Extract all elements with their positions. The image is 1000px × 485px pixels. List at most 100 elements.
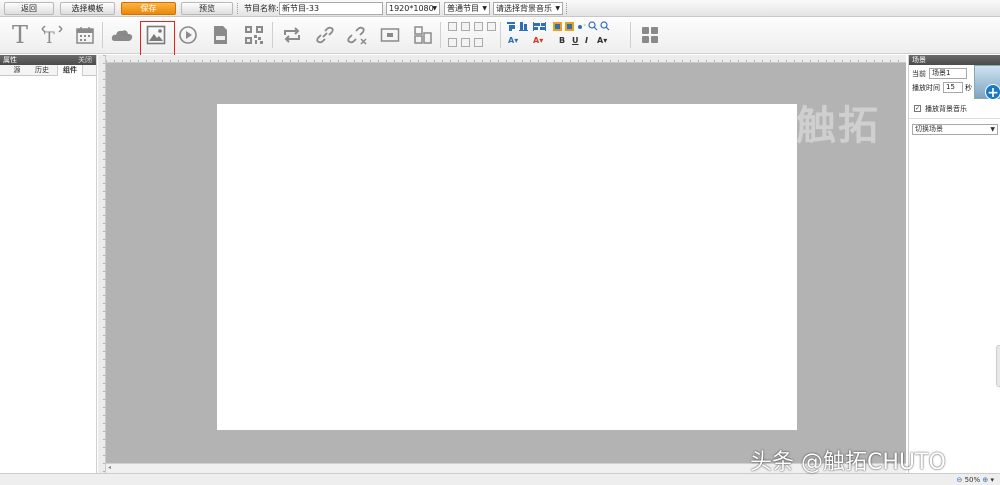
scene-thumbnail[interactable]: + — [974, 65, 1000, 101]
side-collapse-handle[interactable] — [996, 345, 1000, 387]
separator — [440, 22, 441, 48]
chevron-down-icon: ▼ — [482, 5, 487, 12]
program-type-value: 普通节目 — [447, 4, 479, 13]
align-top-button[interactable] — [448, 38, 457, 47]
align-center-button[interactable] — [461, 22, 470, 31]
qrcode-icon — [245, 26, 263, 44]
chevron-down-icon[interactable]: ▾ — [990, 476, 994, 484]
choose-template-button[interactable]: 选择模板 — [60, 2, 115, 15]
save-button[interactable]: 保存 — [121, 2, 176, 15]
zoom-level: 50% — [964, 476, 981, 484]
calendar-tool[interactable] — [73, 22, 97, 48]
duration-input[interactable]: 15 — [943, 82, 963, 93]
frame-icon — [380, 28, 400, 42]
tab-source[interactable]: 源 — [8, 65, 26, 76]
duration-label: 播放时间 — [912, 84, 940, 92]
frame-tool[interactable] — [378, 22, 402, 48]
play-bg-music-label: 播放背景音乐 — [925, 105, 967, 113]
underline-button[interactable]: U — [572, 36, 579, 46]
play-circle-icon — [179, 26, 197, 44]
italic-button[interactable]: I — [585, 36, 588, 46]
document-tool[interactable] — [208, 22, 232, 48]
qrcode-tool[interactable] — [242, 22, 266, 48]
properties-header: 属性 关闭 — [0, 55, 96, 65]
separator — [102, 22, 103, 48]
repeat-icon — [284, 27, 300, 43]
chevron-down-icon: ▼ — [432, 5, 437, 12]
scene-name-input[interactable]: 场景1 — [929, 68, 967, 79]
layout-icon — [414, 26, 432, 44]
zoom-out-icon[interactable]: ⊖ — [956, 476, 962, 484]
video-tool[interactable] — [176, 22, 200, 48]
svg-text:T: T — [44, 28, 55, 47]
scene-header: 场景 — [909, 55, 1000, 65]
canvas-workspace[interactable]: 触拓 ◂ — [98, 55, 906, 473]
chevron-down-icon: ▼ — [555, 5, 560, 12]
play-bg-music-checkbox[interactable]: ✓ — [914, 105, 921, 112]
scroll-left-icon[interactable]: ◂ — [108, 464, 111, 471]
separator — [630, 22, 631, 48]
program-name-label: 节目名称: — [244, 4, 279, 13]
weather-tool[interactable] — [110, 22, 134, 48]
link-icon — [316, 26, 334, 44]
vertical-ruler — [98, 55, 106, 473]
text-tool[interactable]: T — [8, 21, 32, 49]
duration-unit: 秒 — [965, 84, 972, 92]
chevron-down-icon: ▼ — [990, 126, 995, 133]
align-middle-button[interactable] — [461, 38, 470, 47]
separator — [237, 3, 238, 14]
weather-icon — [111, 30, 133, 41]
bg-music-select[interactable]: 请选择背景音乐 ▼ — [493, 2, 563, 15]
tab-history[interactable]: 历史 — [30, 65, 54, 76]
calendar-icon — [76, 27, 94, 44]
more-tools-button[interactable] — [638, 22, 662, 48]
zoom-control[interactable]: ⊖ 50% ⊕ ▾ — [956, 475, 994, 485]
arrange-icons[interactable]: ◦ — [507, 20, 627, 32]
scroll-text-icon: T — [41, 25, 63, 47]
align-right-button[interactable] — [474, 22, 483, 31]
preview-button[interactable]: 预览 — [181, 2, 233, 15]
program-stage[interactable] — [217, 104, 797, 430]
back-button[interactable]: 返回 — [4, 2, 54, 15]
bg-music-value: 请选择背景音乐 — [496, 4, 552, 13]
align-bottom-button[interactable] — [474, 38, 483, 47]
program-type-select[interactable]: 普通节目 ▼ — [444, 2, 490, 15]
bg-color-button[interactable]: A▾ — [533, 36, 543, 46]
separator — [500, 22, 501, 48]
scene-panel: 场景 当前 场景1 播放时间 15 秒 + ✓ 播放背景音乐 切换场景 ▼ — [908, 55, 1000, 475]
close-panel-button[interactable]: 关闭 — [78, 55, 92, 65]
font-size-button[interactable]: A▾ — [597, 36, 607, 46]
unlink-tool[interactable] — [345, 22, 369, 48]
link-tool[interactable] — [313, 22, 337, 48]
top-bar: 返回 选择模板 保存 预览 节目名称: 新节目-33 1920*1080 ▼ 普… — [0, 0, 1000, 17]
align-left-button[interactable] — [448, 22, 457, 31]
align-justify-button[interactable] — [487, 22, 496, 31]
divider — [909, 118, 1000, 119]
horizontal-ruler — [106, 55, 906, 63]
current-label: 当前 — [912, 70, 926, 78]
unlink-icon — [347, 26, 367, 45]
panel-tabs: 源 历史 组件 — [0, 65, 96, 76]
document-icon — [214, 26, 227, 44]
scroll-text-tool[interactable]: T — [40, 22, 64, 48]
separator — [272, 22, 273, 48]
bold-button[interactable]: B — [559, 36, 565, 46]
tab-components[interactable]: 组件 — [57, 65, 83, 76]
font-color-button[interactable]: A▾ — [508, 36, 518, 46]
resolution-value: 1920*1080 — [389, 4, 434, 13]
grid-icon — [642, 27, 658, 43]
loop-tool[interactable] — [280, 22, 304, 48]
layout-tool[interactable] — [411, 22, 435, 48]
zoom-in-icon[interactable]: ⊕ — [982, 476, 988, 484]
app-window: 返回 选择模板 保存 预览 节目名称: 新节目-33 1920*1080 ▼ 普… — [0, 0, 1000, 485]
resolution-select[interactable]: 1920*1080 ▼ — [386, 2, 440, 15]
switch-scene-select[interactable]: 切换场景 ▼ — [912, 124, 998, 135]
brand-watermark: 触拓 — [796, 103, 880, 149]
switch-scene-value: 切换场景 — [915, 125, 943, 133]
program-name-input[interactable]: 新节目-33 — [279, 2, 383, 15]
panel-title: 属性 — [3, 56, 17, 64]
svg-text:◦: ◦ — [583, 22, 587, 29]
properties-panel: 属性 关闭 源 历史 组件 — [0, 55, 97, 475]
text-icon: T — [11, 21, 28, 49]
add-scene-icon[interactable]: + — [985, 84, 1000, 101]
